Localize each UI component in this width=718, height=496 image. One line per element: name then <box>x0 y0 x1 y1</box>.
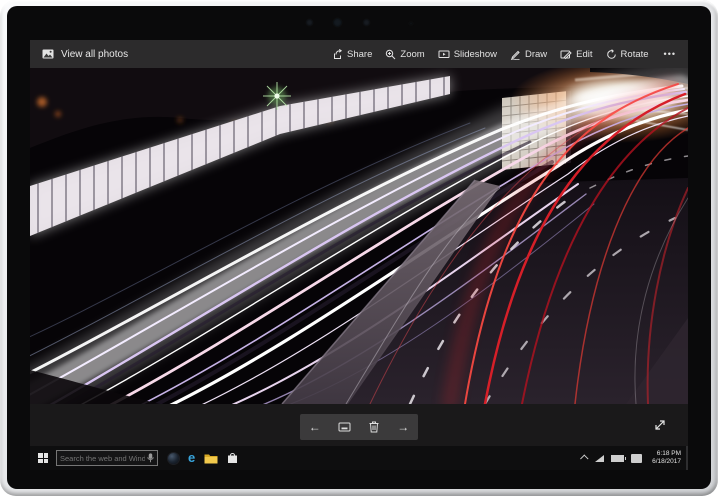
fullscreen-icon <box>653 418 667 432</box>
see-more-button[interactable]: ••• <box>664 49 676 59</box>
photos-bottom-bar: ← → <box>30 404 688 446</box>
edge-icon[interactable]: e <box>188 451 195 464</box>
view-all-photos-button[interactable]: View all photos <box>42 49 128 60</box>
taskbar-search[interactable] <box>56 450 158 466</box>
edit-label: Edit <box>576 49 592 60</box>
microphone-icon[interactable] <box>147 453 154 463</box>
draw-icon <box>510 49 521 60</box>
trash-icon <box>369 421 379 433</box>
back-arrow-icon: ← <box>309 421 321 433</box>
rotate-label: Rotate <box>621 49 649 60</box>
clock-time: 6:18 PM <box>657 450 681 457</box>
surface-device: View all photos Share Zoom <box>0 0 718 496</box>
filmstrip-button[interactable] <box>333 416 355 438</box>
store-icon[interactable] <box>227 452 238 464</box>
search-input[interactable] <box>60 454 145 463</box>
battery-icon[interactable] <box>611 455 624 462</box>
cortana-icon[interactable] <box>168 453 179 464</box>
taskbar-clock[interactable]: 6:18 PM 6/18/2017 <box>649 450 684 466</box>
view-all-photos-label: View all photos <box>61 49 128 60</box>
windows-logo-icon <box>38 453 48 463</box>
pinned-apps: e <box>168 452 238 465</box>
start-button[interactable] <box>30 446 56 470</box>
slideshow-button[interactable]: Slideshow <box>438 49 497 60</box>
photos-titlebar: View all photos Share Zoom <box>30 40 688 68</box>
file-explorer-icon[interactable] <box>204 453 218 464</box>
front-sensor-dot <box>363 19 370 26</box>
zoom-icon <box>385 49 396 60</box>
windows-taskbar: e 6:18 PM 6/18/2017 <box>30 446 688 470</box>
hidden-icons-chevron-icon[interactable] <box>580 454 588 462</box>
forward-arrow-icon: → <box>397 421 409 433</box>
zoom-label: Zoom <box>400 49 424 60</box>
draw-label: Draw <box>525 49 547 60</box>
front-camera <box>333 18 342 27</box>
network-icon[interactable] <box>595 455 604 462</box>
screen: View all photos Share Zoom <box>30 40 688 470</box>
edit-icon <box>560 49 572 60</box>
rotate-icon <box>606 49 617 60</box>
streetlight-starburst <box>263 82 291 110</box>
photo-controls: ← → <box>300 414 418 440</box>
previous-photo-button[interactable]: ← <box>304 416 326 438</box>
slideshow-label: Slideshow <box>454 49 497 60</box>
next-photo-button[interactable]: → <box>392 416 414 438</box>
share-button[interactable]: Share <box>332 49 372 60</box>
rotate-button[interactable]: Rotate <box>606 49 649 60</box>
filmstrip-icon <box>338 422 351 432</box>
edit-button[interactable]: Edit <box>560 49 592 60</box>
photos-icon <box>42 49 54 59</box>
fullscreen-button[interactable] <box>652 417 668 433</box>
draw-button[interactable]: Draw <box>510 49 547 60</box>
delete-button[interactable] <box>363 416 385 438</box>
share-icon <box>332 49 343 60</box>
front-sensor-dot <box>306 19 313 26</box>
zoom-button[interactable]: Zoom <box>385 49 424 60</box>
front-sensor-dot <box>409 22 413 25</box>
system-tray: 6:18 PM 6/18/2017 <box>582 446 688 470</box>
night-highway-photo <box>30 68 688 404</box>
photos-toolbar: Share Zoom Slideshow <box>332 49 676 60</box>
photo-view[interactable] <box>30 68 688 404</box>
action-center-icon[interactable] <box>631 454 642 463</box>
slideshow-icon <box>438 49 450 60</box>
clock-date: 6/18/2017 <box>652 458 681 465</box>
share-label: Share <box>347 49 372 60</box>
